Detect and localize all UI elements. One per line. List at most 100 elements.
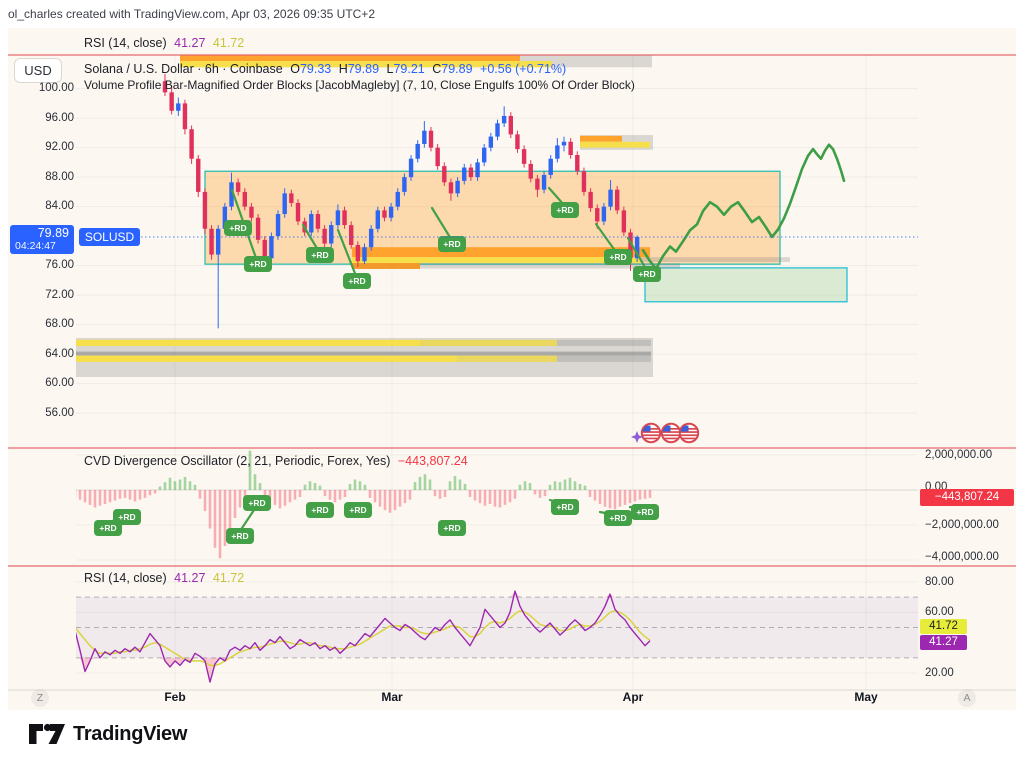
price-tick: 64.00	[8, 347, 74, 361]
us-flag-icon	[642, 424, 660, 442]
svg-text:+RD: +RD	[443, 239, 460, 249]
order-block-green	[645, 268, 847, 302]
svg-text:+RD: +RD	[638, 269, 655, 279]
tradingview-logo-icon	[28, 721, 66, 747]
price-tick: 88.00	[8, 170, 74, 184]
rsi-main-badge: 41.27	[920, 635, 967, 650]
rd-badge: +RD	[306, 502, 334, 518]
svg-text:+RD: +RD	[443, 523, 460, 533]
svg-text:+RD: +RD	[348, 276, 365, 286]
svg-text:+RD: +RD	[556, 502, 573, 512]
svg-text:+RD: +RD	[349, 505, 366, 515]
rd-badge: +RD	[551, 202, 579, 218]
rd-badge: +RD	[633, 266, 661, 282]
symbol-legend[interactable]: Solana / U.S. Dollar · 6h · Coinbase O79…	[84, 62, 570, 76]
rsi-pane[interactable]	[75, 591, 918, 682]
low-value: 79.21	[393, 62, 424, 76]
cvd-value-badge: −443,807.24	[920, 489, 1014, 506]
volume-profile-bar	[580, 136, 622, 142]
svg-text:+RD: +RD	[556, 205, 573, 215]
svg-text:+RD: +RD	[229, 223, 246, 233]
rd-badge: +RD	[244, 256, 272, 272]
price-tick: 100.00	[8, 81, 74, 95]
rsi-tick: 60.00	[925, 605, 1020, 619]
rsi-top-legend[interactable]: RSI (14, close) 41.27 41.72	[84, 36, 248, 50]
rd-badge: +RD	[438, 520, 466, 536]
cvd-tick: −2,000,000.00	[925, 518, 1020, 532]
rsi-title: RSI (14, close)	[84, 571, 167, 585]
cvd-title: CVD Divergence Oscillator (2, 21, Period…	[84, 454, 390, 468]
rd-badge: +RD	[224, 220, 252, 236]
cvd-legend[interactable]: CVD Divergence Oscillator (2, 21, Period…	[84, 454, 472, 468]
time-axis-label: Apr	[611, 690, 655, 704]
right-watermark: A	[958, 689, 976, 707]
volume-profile-indicator-legend[interactable]: Volume Profile Bar-Magnified Order Block…	[84, 78, 635, 92]
rsi-smooth-badge: 41.72	[920, 619, 967, 634]
rd-badge: +RD	[631, 504, 659, 520]
change-value: +0.56 (+0.71%)	[480, 62, 566, 76]
svg-text:+RD: +RD	[248, 498, 265, 508]
left-watermark: Z	[31, 689, 49, 707]
rd-badge: +RD	[243, 495, 271, 511]
rsi-smooth-value: 41.72	[213, 36, 244, 50]
last-price: 79.89	[10, 225, 74, 240]
cvd-tick: −4,000,000.00	[925, 550, 1020, 564]
rd-badge: +RD	[306, 247, 334, 263]
time-axis-label: Mar	[370, 690, 414, 704]
price-pane[interactable]: +RD +RD +RD +RD +RD +RD +RD +RD	[73, 55, 847, 377]
volume-profile-bar	[557, 356, 651, 362]
economic-event-flag-icons[interactable]	[631, 424, 698, 443]
price-tick: 72.00	[8, 288, 74, 302]
price-tick: 60.00	[8, 376, 74, 390]
svg-text:+RD: +RD	[311, 505, 328, 515]
volume-profile-bar	[180, 55, 520, 61]
svg-text:+RD: +RD	[231, 531, 248, 541]
cvd-tick: 2,000,000.00	[925, 448, 1020, 462]
close-value: 79.89	[441, 62, 472, 76]
time-axis-label: Feb	[153, 690, 197, 704]
volume-profile-bar	[75, 340, 420, 346]
us-flag-icon	[662, 424, 680, 442]
rsi-smooth-value: 41.72	[213, 571, 244, 585]
high-label: H	[339, 62, 348, 76]
symbol-title: Solana / U.S. Dollar · 6h · Coinbase	[84, 62, 283, 76]
svg-text:+RD: +RD	[311, 250, 328, 260]
open-label: O	[290, 62, 300, 76]
tradingview-logo: TradingView	[28, 721, 187, 747]
close-label: C	[432, 62, 441, 76]
rsi-bottom-legend[interactable]: RSI (14, close) 41.27 41.72	[84, 571, 248, 585]
volume-profile-bar	[580, 142, 650, 148]
rsi-main-value: 41.27	[174, 571, 205, 585]
rd-badge: +RD	[604, 510, 632, 526]
price-tick: 84.00	[8, 199, 74, 213]
volume-profile-bar	[420, 340, 557, 346]
rd-badge: +RD	[551, 499, 579, 515]
price-tick: 92.00	[8, 140, 74, 154]
svg-text:+RD: +RD	[609, 252, 626, 262]
currency-scale-button[interactable]: USD	[14, 58, 62, 83]
rsi-main-value: 41.27	[174, 36, 205, 50]
rd-badge: +RD	[438, 236, 466, 252]
indicator-title: RSI (14, close)	[84, 36, 167, 50]
volume-profile-bar	[457, 356, 557, 362]
rd-badge: +RD	[343, 273, 371, 289]
svg-text:+RD: +RD	[99, 523, 116, 533]
rd-badge: +RD	[226, 528, 254, 544]
price-tick: 76.00	[8, 258, 74, 272]
rsi-oversold-fill	[75, 658, 650, 682]
rd-badge: +RD	[94, 520, 122, 536]
rd-badge: +RD	[344, 502, 372, 518]
volume-profile-bar	[75, 356, 457, 362]
last-price-badge: 79.89 04:24:47	[10, 225, 74, 254]
tradingview-logo-text: TradingView	[73, 723, 187, 746]
rd-badge: +RD	[604, 249, 632, 265]
bar-countdown: 04:24:47	[10, 240, 74, 252]
chart-canvas[interactable]: +RD+RD+RD+RD+RD+RD+RD+RD+RD+RD+RD+RD+RD+…	[0, 0, 1024, 764]
volume-profile-bar	[352, 263, 420, 269]
price-tick: 56.00	[8, 406, 74, 420]
open-value: 79.33	[300, 62, 331, 76]
us-flag-icon	[680, 424, 698, 442]
rsi-tick: 20.00	[925, 666, 1020, 680]
high-value: 79.89	[348, 62, 379, 76]
time-axis-label: May	[844, 690, 888, 704]
